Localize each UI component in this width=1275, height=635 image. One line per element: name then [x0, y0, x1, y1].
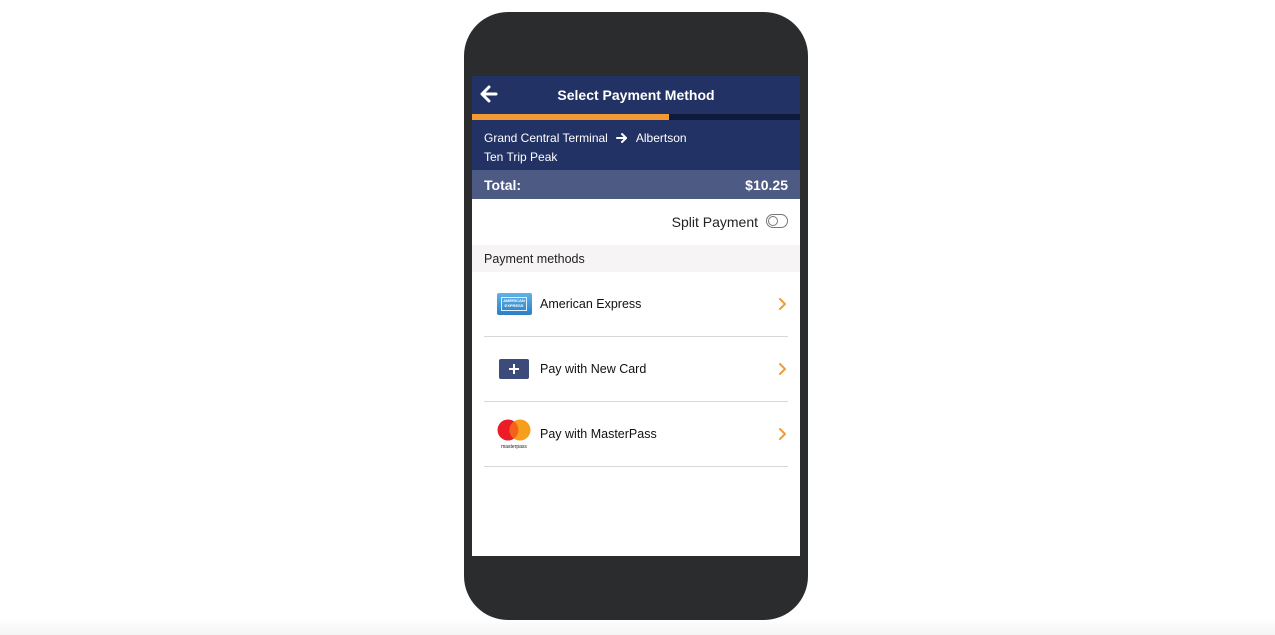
- total-amount: $10.25: [745, 176, 788, 193]
- route-row: Grand Central Terminal Albertson: [484, 129, 788, 147]
- payment-methods-header: Payment methods: [472, 245, 800, 272]
- amex-card-logo: AMERICAN EXPRESS: [496, 293, 532, 315]
- progress-bar: [472, 114, 800, 120]
- payment-method-label: American Express: [540, 297, 642, 311]
- destination-station: Albertson: [635, 131, 687, 145]
- fare-type: Ten Trip Peak: [484, 150, 558, 164]
- app-screen: Select Payment Method Grand Central Term…: [472, 76, 800, 556]
- page-background-shade: [0, 619, 1275, 635]
- total-label: Total:: [484, 176, 522, 193]
- origin-station: Grand Central Terminal: [484, 131, 608, 145]
- split-payment-row: Split Payment: [472, 199, 800, 245]
- add-card-icon: [496, 355, 532, 383]
- progress-bar-fill: [472, 114, 669, 120]
- trip-summary: Grand Central Terminal Albertson Ten Tri…: [472, 120, 800, 170]
- payment-method-label: Pay with MasterPass: [540, 427, 657, 441]
- page-title: Select Payment Method: [557, 87, 715, 103]
- payment-method-label: Pay with New Card: [540, 362, 647, 376]
- chevron-right-icon: [779, 363, 786, 375]
- amex-logo-text: AMERICAN EXPRESS: [501, 297, 527, 311]
- add-card-logo: [499, 359, 529, 379]
- plus-icon: [509, 364, 519, 374]
- masterpass-circles-icon: [497, 419, 531, 441]
- app-header: Select Payment Method: [472, 76, 800, 114]
- amex-card-icon: AMERICAN EXPRESS: [496, 290, 532, 318]
- payment-method-masterpass[interactable]: masterpass Pay with MasterPass: [484, 402, 788, 467]
- toggle-knob: [768, 216, 778, 226]
- payment-methods-list: AMERICAN EXPRESS American Express Pay wi…: [472, 272, 800, 467]
- payment-method-new-card[interactable]: Pay with New Card: [484, 337, 788, 402]
- masterpass-icon: masterpass: [496, 419, 532, 450]
- arrow-right-icon: [615, 133, 627, 143]
- split-payment-toggle[interactable]: [766, 214, 788, 228]
- phone-frame: Select Payment Method Grand Central Term…: [464, 12, 808, 620]
- arrow-left-icon: [480, 85, 498, 103]
- masterpass-logo-text: masterpass: [501, 444, 527, 450]
- payment-method-amex[interactable]: AMERICAN EXPRESS American Express: [484, 272, 788, 337]
- back-button[interactable]: [480, 85, 498, 103]
- chevron-right-icon: [779, 298, 786, 310]
- total-bar: Total: $10.25: [472, 170, 800, 199]
- chevron-right-icon: [779, 428, 786, 440]
- masterpass-logo: masterpass: [496, 419, 532, 450]
- split-payment-label: Split Payment: [671, 214, 758, 230]
